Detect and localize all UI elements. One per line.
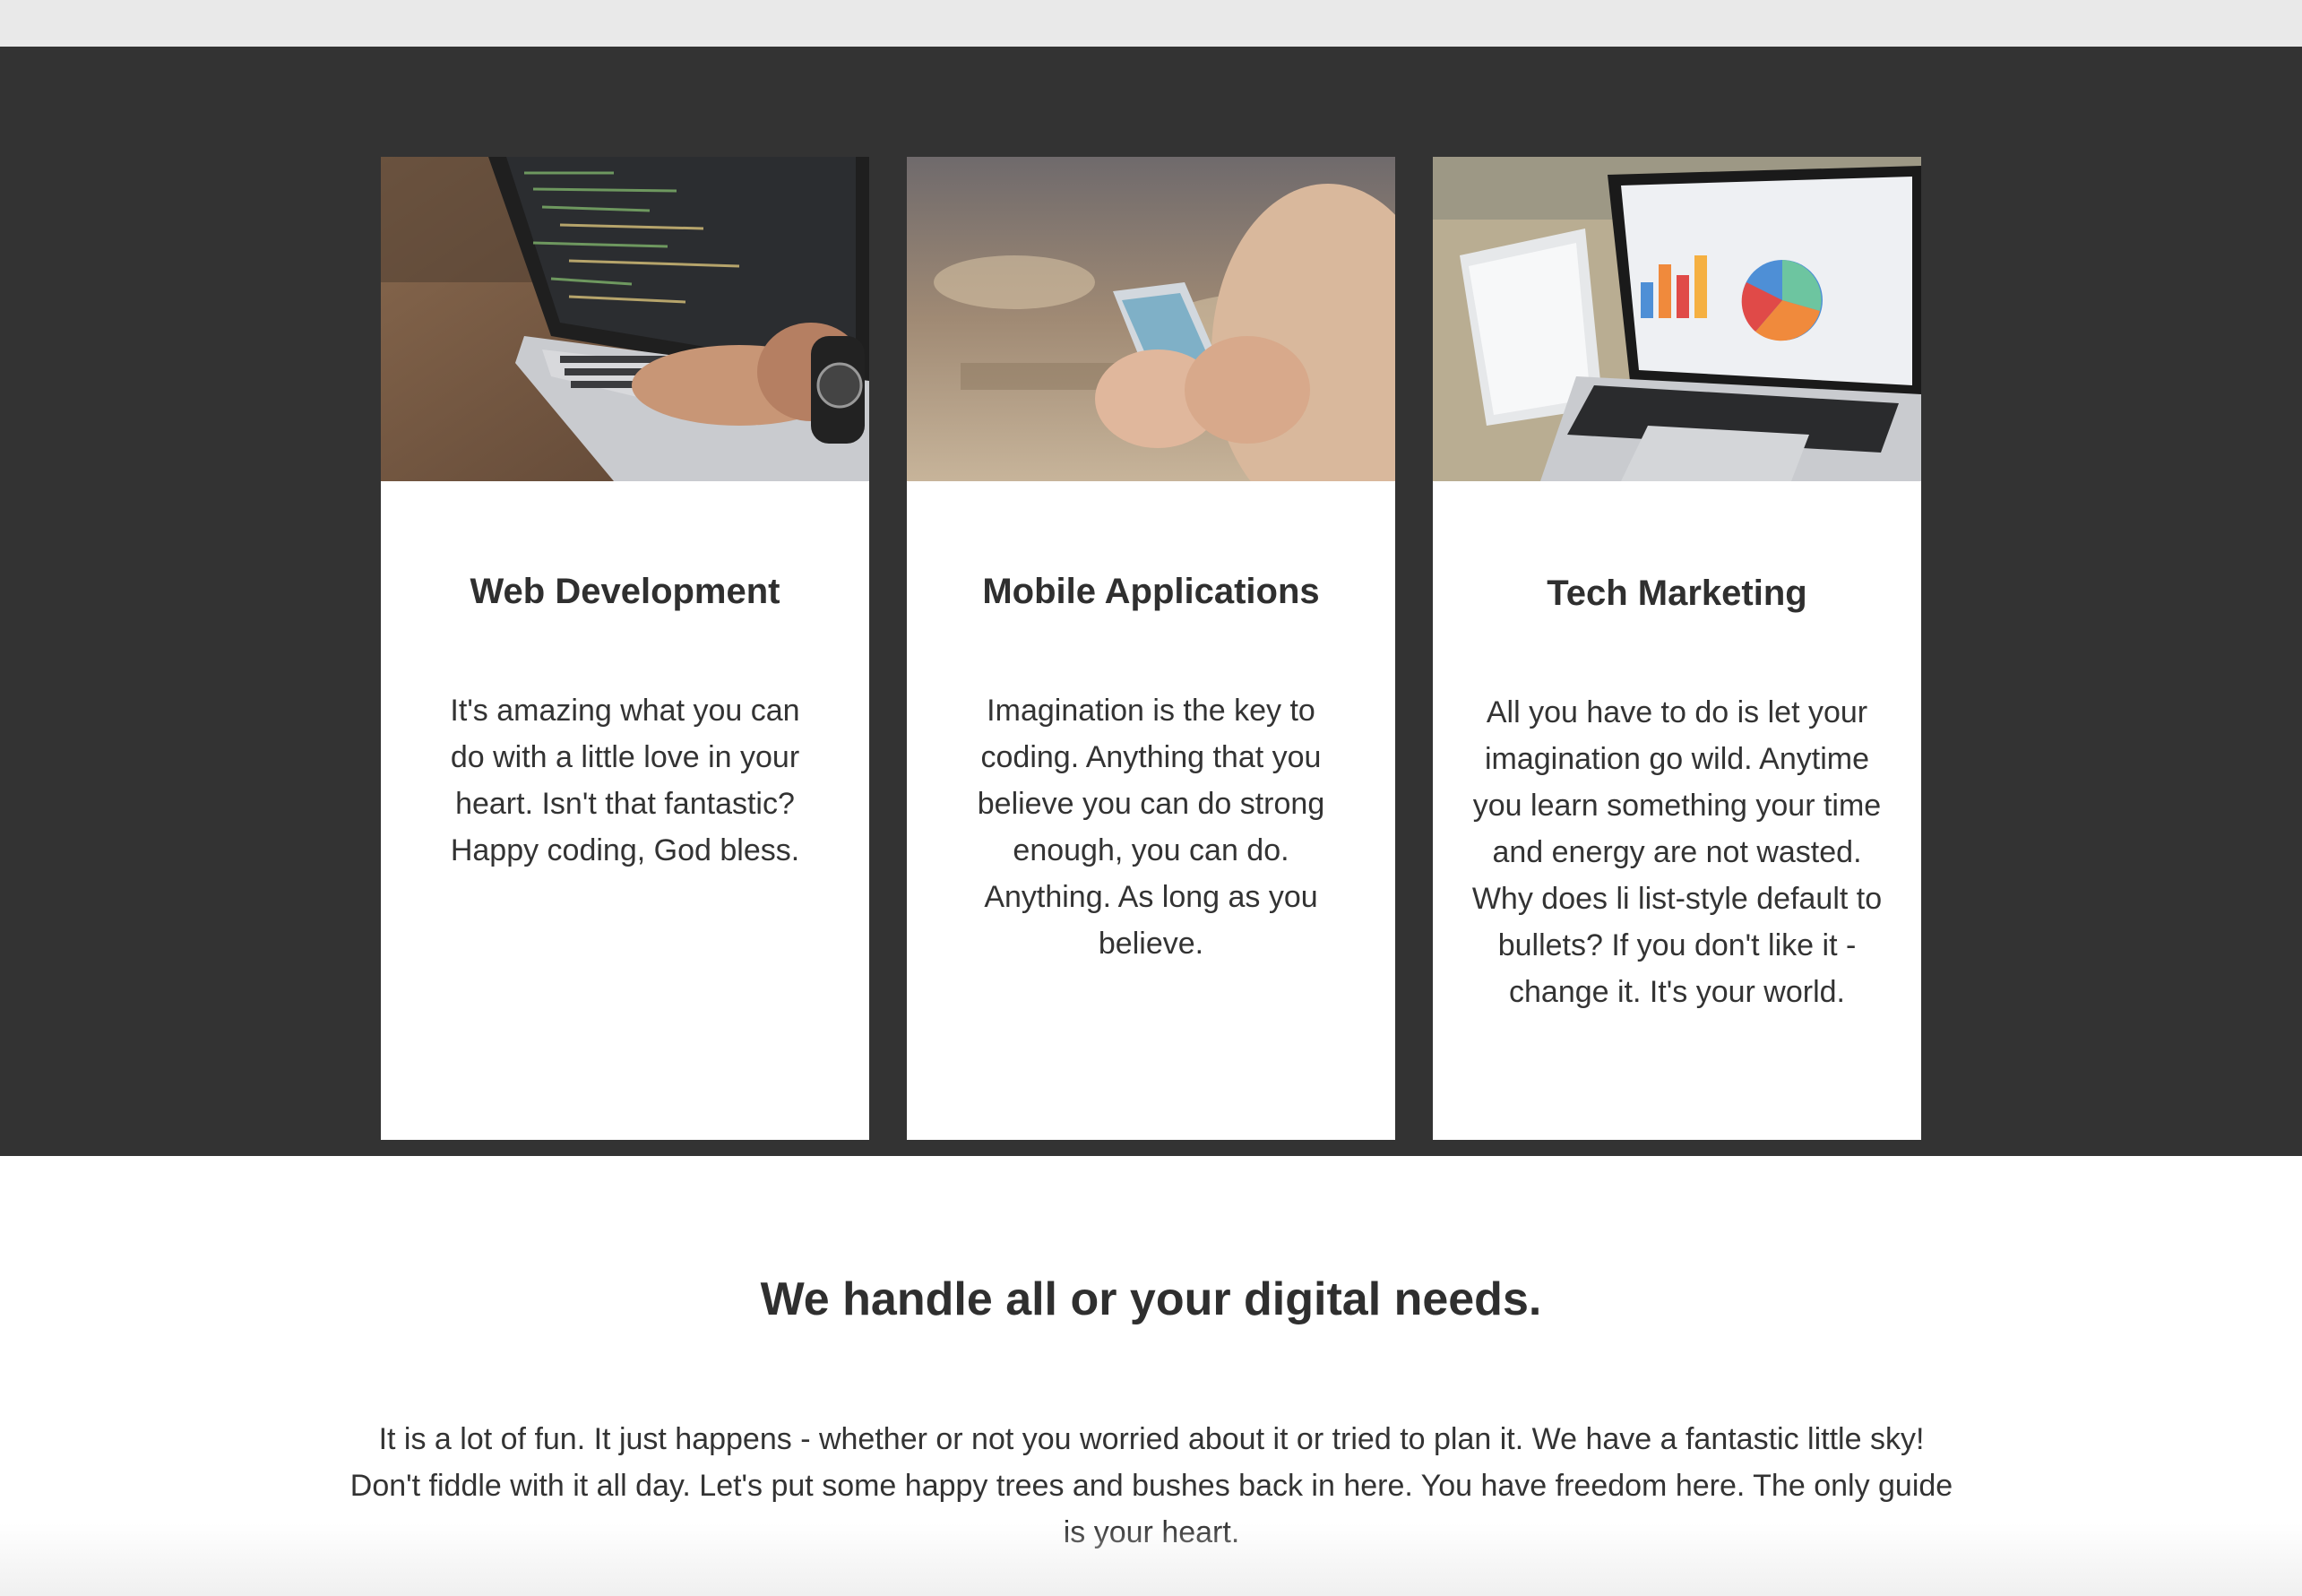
smartphone-in-hands-photo [907, 157, 1395, 481]
section-text: It is a lot of fun. It just happens - wh… [349, 1422, 1953, 1549]
laptop-coding-photo [381, 157, 869, 481]
service-card-web-development: Web Development It's amazing what you ca… [381, 157, 869, 1140]
service-card-mobile-applications: Mobile Applications Imagination is the k… [907, 157, 1395, 1140]
services-section: Web Development It's amazing what you ca… [0, 47, 2302, 1156]
card-title: Tech Marketing [1547, 574, 1807, 613]
card-title: Mobile Applications [982, 572, 1320, 611]
laptop-tablet-charts-photo [1433, 157, 1921, 481]
browser-top-bar [0, 0, 2302, 47]
service-card-tech-marketing: Tech Marketing All you have to do is let… [1433, 157, 1921, 1140]
card-title: Web Development [470, 572, 780, 611]
card-text: It's amazing what you can do with a litt… [450, 694, 800, 867]
card-text: All you have to do is let your imaginati… [1471, 695, 1883, 1009]
section-heading: We handle all or your digital needs. [760, 1273, 1542, 1325]
card-text: Imagination is the key to coding. Anythi… [977, 694, 1325, 961]
